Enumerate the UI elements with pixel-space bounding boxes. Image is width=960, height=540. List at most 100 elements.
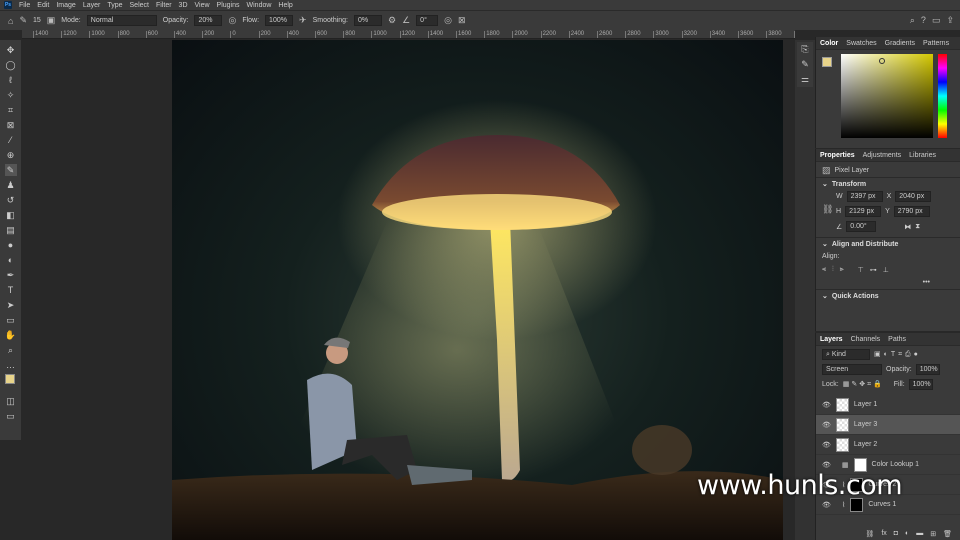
link-layers-icon[interactable]: ⛓ [865,530,874,538]
blend-mode-select[interactable]: Screen [822,364,882,375]
menu-window[interactable]: Window [247,2,272,9]
brush-settings-panel-icon[interactable]: ✎ [801,59,809,70]
adjustment-layer-icon[interactable]: ◐ [905,530,909,537]
tab-channels[interactable]: Channels [851,336,881,343]
more-tools-icon[interactable]: … [5,359,17,371]
magic-wand-tool-icon[interactable]: ✧ [5,89,17,101]
new-layer-icon[interactable]: ⊞ [930,530,936,538]
y-field[interactable]: 2790 px [893,206,930,217]
tab-patterns[interactable]: Patterns [923,40,949,47]
eye-icon[interactable]: 👁 [822,501,831,509]
tab-layers[interactable]: Layers [820,336,843,343]
layer-row[interactable]: 👁 Layer 1 [816,395,960,415]
blur-tool-icon[interactable]: ● [5,239,17,251]
angle-field[interactable]: 0.00° [846,221,877,232]
eraser-tool-icon[interactable]: ◧ [5,209,17,221]
eye-icon[interactable]: 👁 [822,401,831,409]
document-canvas[interactable] [172,40,783,540]
align-left-icon[interactable]: ⫷ [822,266,826,274]
pressure-size-icon[interactable]: ◎ [444,15,452,26]
layer-row-selected[interactable]: 👁 Layer 3 [816,415,960,435]
eye-icon[interactable]: 👁 [822,421,831,429]
filter-icons[interactable]: ▣◐T⌗⎙● [874,350,921,359]
zoom-tool-icon[interactable]: ⌕ [5,344,17,356]
menu-file[interactable]: File [19,2,30,9]
align-right-icon[interactable]: ⫸ [840,266,844,274]
crop-tool-icon[interactable]: ⌗ [5,104,17,116]
flip-vertical-icon[interactable]: ⧗ [915,223,920,231]
fill-field[interactable]: 100% [908,379,933,390]
align-bottom-icon[interactable]: ⊥ [883,266,889,274]
type-tool-icon[interactable]: T [5,284,17,296]
width-field[interactable]: 2397 px [846,191,883,202]
menu-image[interactable]: Image [56,2,75,9]
tab-paths[interactable]: Paths [888,336,906,343]
eye-icon[interactable]: 👁 [822,461,831,469]
hand-tool-icon[interactable]: ✋ [5,329,17,341]
brush-settings-icon[interactable]: ▣ [47,15,56,26]
tab-properties[interactable]: Properties [820,152,855,159]
dodge-tool-icon[interactable]: ◐ [5,254,17,266]
brush-size[interactable]: 15 [33,17,41,24]
angle-field[interactable]: 0° [416,15,439,26]
menu-type[interactable]: Type [107,2,122,9]
airbrush-icon[interactable]: ✈ [299,15,307,26]
tab-gradients[interactable]: Gradients [885,40,915,47]
layer-opacity-field[interactable]: 100% [915,364,940,375]
group-icon[interactable]: ▬ [916,530,923,537]
adjust-panel-icon[interactable]: ⚌ [801,74,809,85]
history-panel-icon[interactable]: ⎘ [801,44,808,55]
flow-field[interactable]: 100% [265,15,294,26]
path-select-tool-icon[interactable]: ➤ [5,299,17,311]
align-middle-icon[interactable]: ⊶ [870,266,877,274]
chevron-down-icon[interactable]: ⌄ [822,240,828,248]
gradient-tool-icon[interactable]: ▤ [5,224,17,236]
shape-tool-icon[interactable]: ▭ [5,314,17,326]
healing-tool-icon[interactable]: ⊕ [5,149,17,161]
menu-plugins[interactable]: Plugins [217,2,240,9]
mode-select[interactable]: Normal [86,15,157,26]
marquee-tool-icon[interactable]: ◯ [5,59,17,71]
fx-icon[interactable]: fx [881,530,886,537]
gear-icon[interactable]: ⚙ [388,15,396,26]
hue-slider[interactable] [938,54,947,138]
flip-horizontal-icon[interactable]: ⧓ [904,223,911,231]
learn-icon[interactable]: ? [921,15,926,26]
smoothing-field[interactable]: 0% [354,15,383,26]
brush-tool-icon[interactable]: ✎ [4,164,17,176]
link-icon[interactable]: ⛓ [822,204,833,215]
foreground-color-swatch[interactable] [822,57,832,67]
menu-select[interactable]: Select [130,2,149,9]
height-field[interactable]: 2129 px [845,206,882,217]
pen-tool-icon[interactable]: ✒ [5,269,17,281]
workspace-icon[interactable]: ▭ [932,15,941,26]
menu-3d[interactable]: 3D [179,2,188,9]
lasso-tool-icon[interactable]: ℓ [5,74,17,86]
tab-swatches[interactable]: Swatches [846,40,876,47]
tab-libraries[interactable]: Libraries [909,152,936,159]
more-options-icon[interactable]: ••• [923,279,930,286]
menu-view[interactable]: View [195,2,210,9]
frame-tool-icon[interactable]: ⊠ [5,119,17,131]
symmetry-icon[interactable]: ⊠ [458,15,466,26]
screen-mode-icon[interactable]: ▭ [5,410,17,422]
search-icon[interactable]: ⌕ [910,15,915,26]
align-center-icon[interactable]: ⫶ [832,266,834,274]
menu-help[interactable]: Help [278,2,292,9]
home-icon[interactable]: ⌂ [8,16,13,26]
chevron-down-icon[interactable]: ⌄ [822,292,828,300]
quick-mask-icon[interactable]: ◫ [5,395,17,407]
lock-icons[interactable]: ▦✎✥⌗🔒 [843,380,884,389]
pressure-opacity-icon[interactable]: ◎ [228,15,236,26]
eyedropper-tool-icon[interactable]: ⁄ [5,134,17,146]
move-tool-icon[interactable]: ✥ [5,44,17,56]
x-field[interactable]: 2040 px [895,191,932,202]
brush-tool-icon[interactable]: ✎ [19,15,27,26]
trash-icon[interactable]: 🗑 [943,530,952,538]
color-picker-field[interactable] [841,54,933,138]
menu-filter[interactable]: Filter [156,2,172,9]
share-icon[interactable]: ⇪ [946,15,954,26]
chevron-down-icon[interactable]: ⌄ [822,180,828,188]
history-brush-icon[interactable]: ↺ [5,194,17,206]
opacity-field[interactable]: 20% [194,15,223,26]
